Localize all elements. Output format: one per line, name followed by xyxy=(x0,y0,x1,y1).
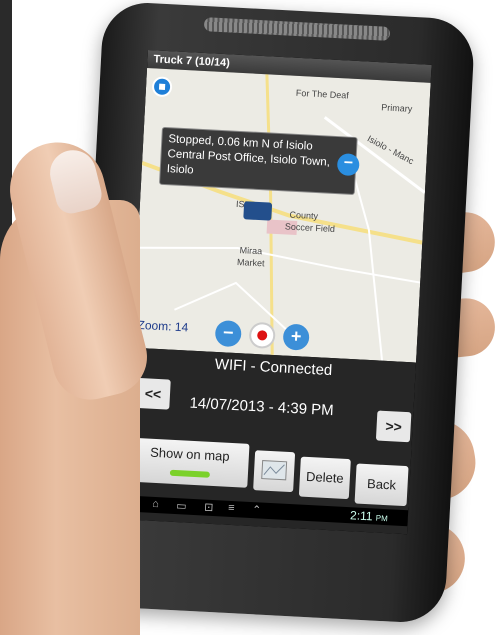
recent-apps-icon[interactable]: ▭ xyxy=(176,499,187,513)
map-label: Miraa xyxy=(239,245,263,257)
next-button[interactable]: >> xyxy=(375,410,412,443)
up-arrow-icon[interactable]: ⌃ xyxy=(252,503,262,516)
phone-screen: Truck 7 (10/14) For The Deaf Primary Isi… xyxy=(123,50,432,535)
zoom-level: Zoom: 14 xyxy=(137,317,189,335)
screenshot-icon[interactable]: ⊡ xyxy=(204,501,214,514)
active-indicator xyxy=(169,469,211,478)
map-label: Market xyxy=(236,256,265,269)
menu-icon[interactable]: ≡ xyxy=(228,502,235,514)
truck-icon[interactable] xyxy=(243,201,273,221)
back-button[interactable]: Back xyxy=(354,463,409,507)
datetime-label: 14/07/2013 - 4:39 PM xyxy=(189,394,335,420)
system-time: 2:11 PM xyxy=(349,508,389,524)
home-icon[interactable]: ⌂ xyxy=(152,498,159,510)
map-view-button[interactable] xyxy=(253,450,296,493)
previous-button[interactable]: << xyxy=(135,377,171,410)
map-label: Primary xyxy=(381,102,413,114)
show-on-map-label: Show on map xyxy=(149,444,230,464)
map-label: County xyxy=(289,209,319,222)
show-on-map-button[interactable]: Show on map xyxy=(129,437,250,488)
location-popup: Stopped, 0.06 km N of Isiolo Central Pos… xyxy=(158,126,360,196)
popup-text: Stopped, 0.06 km N of Isiolo Central Pos… xyxy=(166,133,331,177)
map-icon xyxy=(261,460,288,481)
map-view[interactable]: For The Deaf Primary Isiolo - Manc ISI C… xyxy=(132,67,431,363)
control-panel: WIFI - Connected << 14/07/2013 - 4:39 PM… xyxy=(123,347,417,535)
delete-button[interactable]: Delete xyxy=(298,456,351,500)
